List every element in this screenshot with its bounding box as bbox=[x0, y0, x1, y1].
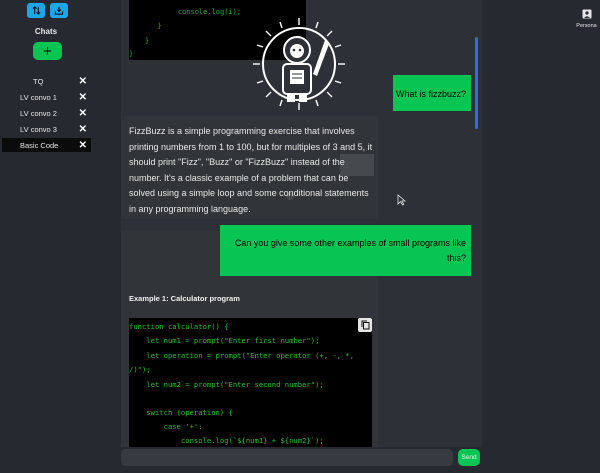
sidebar-item-tq[interactable]: TQ ✕ bbox=[2, 74, 91, 88]
mouse-cursor-icon bbox=[397, 194, 406, 206]
sidebar-item-lv-convo-3[interactable]: LV convo 3 ✕ bbox=[2, 122, 91, 136]
code-line: let operation = prompt("Enter operator (… bbox=[129, 351, 355, 360]
example-heading: Example 1: Calculator program bbox=[129, 294, 240, 303]
code-line: /)"); bbox=[129, 365, 151, 374]
copy-button[interactable] bbox=[358, 318, 372, 332]
chats-heading: Chats bbox=[34, 27, 58, 36]
swap-icon bbox=[32, 6, 40, 15]
code-line: let num1 = prompt("Enter first number"); bbox=[129, 336, 320, 345]
sidebar-item-lv-convo-1[interactable]: LV convo 1 ✕ bbox=[2, 90, 91, 104]
sidebar-item-label: LV convo 1 bbox=[20, 92, 57, 102]
user-message-text: Can you give some other examples of smal… bbox=[234, 238, 466, 263]
download-button[interactable] bbox=[50, 3, 68, 18]
sidebar-item-label: LV convo 2 bbox=[20, 108, 57, 118]
swap-button[interactable] bbox=[27, 3, 45, 18]
sidebar-item-basic-code[interactable]: Basic Code ✕ bbox=[2, 138, 91, 152]
code-line: } bbox=[145, 37, 150, 45]
new-chat-button[interactable]: + bbox=[33, 42, 62, 60]
code-line: console.log(`${num1} + ${num2}`); bbox=[129, 436, 324, 445]
send-button[interactable]: Send bbox=[458, 449, 480, 466]
close-icon[interactable]: ✕ bbox=[79, 124, 87, 135]
download-icon bbox=[54, 6, 64, 15]
code-block: function calculator() { let num1 = promp… bbox=[129, 318, 372, 447]
sidebar-item-lv-convo-2[interactable]: LV convo 2 ✕ bbox=[2, 106, 91, 120]
user-message-text: What is fizzbuzz? bbox=[395, 89, 466, 99]
conversation-panel[interactable]: console.log(i); } } } FizzBuzz is a simp… bbox=[121, 0, 482, 447]
code-line: } bbox=[129, 50, 134, 58]
close-icon[interactable]: ✕ bbox=[79, 92, 87, 103]
bot-message-text: FizzBuzz is a simple programming exercis… bbox=[129, 126, 373, 214]
code-line: } bbox=[149, 22, 162, 30]
code-line: console.log(i); bbox=[161, 8, 242, 16]
message-input[interactable] bbox=[121, 449, 453, 466]
sidebar-item-label: LV convo 3 bbox=[20, 124, 57, 134]
user-message-bubble: Can you give some other examples of smal… bbox=[220, 225, 471, 276]
persona-label: Persona bbox=[576, 23, 597, 29]
close-icon[interactable]: ✕ bbox=[79, 140, 87, 151]
close-icon[interactable]: ✕ bbox=[79, 108, 87, 119]
user-message-bubble: What is fizzbuzz? bbox=[393, 75, 471, 111]
persona-icon[interactable] bbox=[582, 9, 592, 19]
scrollbar[interactable] bbox=[475, 37, 478, 129]
sidebar: Chats + TQ ✕ LV convo 1 ✕ LV convo 2 ✕ L… bbox=[0, 0, 95, 473]
code-line: case '+': bbox=[129, 422, 203, 431]
code-line: let num2 = prompt("Enter second number")… bbox=[129, 380, 324, 389]
code-line: function calculator() { bbox=[129, 322, 229, 331]
astronaut-logo-icon bbox=[253, 18, 345, 110]
close-icon[interactable]: ✕ bbox=[79, 76, 87, 87]
code-line: switch (operation) { bbox=[129, 408, 233, 417]
copy-icon bbox=[361, 320, 369, 330]
sidebar-item-label: TQ bbox=[33, 76, 44, 86]
sidebar-item-label: Basic Code bbox=[20, 140, 59, 150]
